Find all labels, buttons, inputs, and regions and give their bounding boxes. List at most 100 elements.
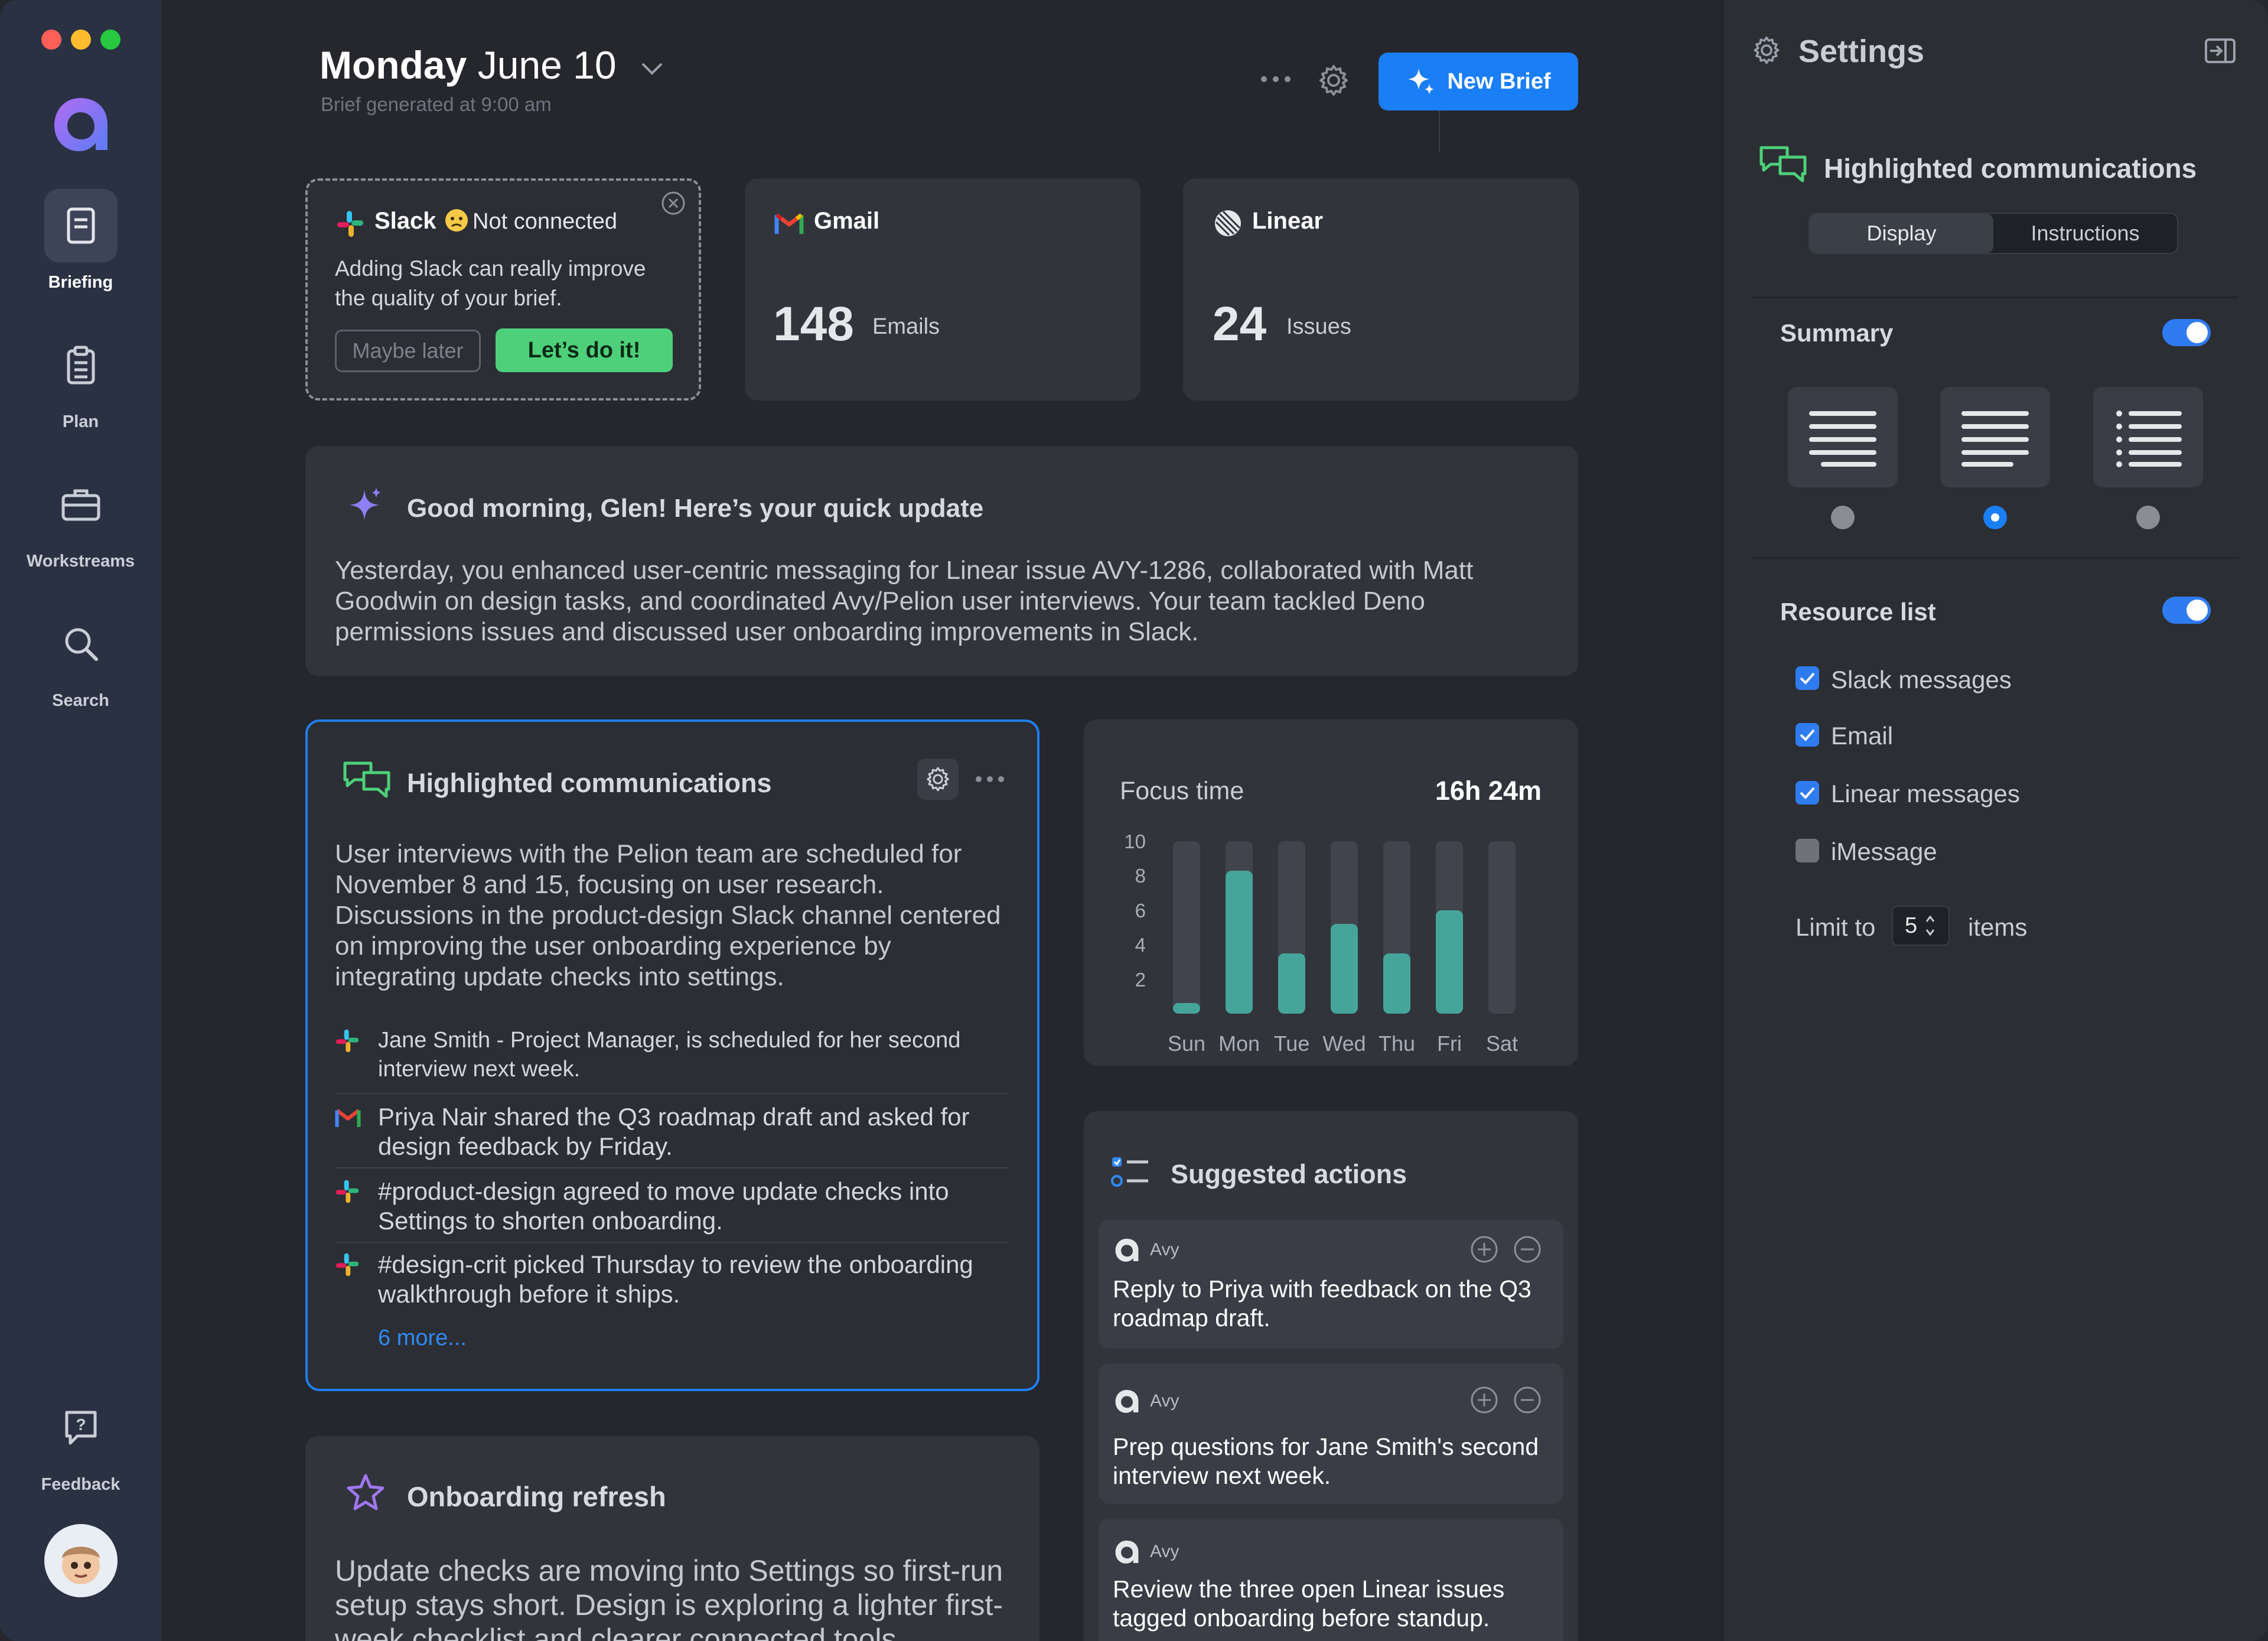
tab-display[interactable]: Display — [1810, 214, 1993, 253]
slack-logo-icon — [335, 1252, 360, 1280]
summary-toggle[interactable] — [2162, 319, 2211, 346]
avy-logo-icon — [1114, 1237, 1140, 1266]
sidebar-item-search[interactable]: Search — [0, 607, 161, 711]
linear-title: Linear — [1252, 208, 1324, 234]
highlighted-summary: User interviews with the Pelion team are… — [335, 839, 1001, 991]
paragraph-left-icon — [1961, 411, 2029, 467]
sidebar-item-workstreams[interactable]: Workstreams — [0, 468, 161, 571]
connect-slack-button[interactable]: Let’s do it! — [496, 328, 673, 372]
avy-logo-icon — [1114, 1539, 1140, 1568]
card-settings-button[interactable] — [917, 758, 959, 800]
focus-bar-thu[interactable] — [1383, 953, 1410, 1014]
show-more-link[interactable]: 6 more... — [378, 1326, 467, 1351]
add-icon[interactable] — [1469, 1235, 1499, 1267]
list-item[interactable]: #design-crit picked Thursday to review t… — [378, 1250, 1004, 1309]
gear-icon[interactable] — [1317, 64, 1350, 100]
dismiss-icon[interactable] — [1513, 1385, 1542, 1418]
summary-style-radio[interactable] — [1831, 506, 1855, 529]
page-title-day: Monday — [320, 43, 467, 87]
gmail-card[interactable] — [745, 178, 1140, 401]
more-options-icon[interactable] — [1259, 73, 1292, 88]
focus-bar-tue[interactable] — [1278, 953, 1305, 1014]
gear-icon — [1752, 35, 1781, 68]
dismiss-icon[interactable] — [1513, 1235, 1542, 1267]
focus-bar-wed[interactable] — [1331, 924, 1358, 1014]
summary-style-radio[interactable] — [2136, 506, 2160, 529]
chat-bubbles-icon — [341, 760, 392, 804]
settings-section-title: Highlighted communications — [1824, 153, 2197, 184]
gmail-logo-icon — [774, 211, 804, 238]
add-icon[interactable] — [1469, 1385, 1499, 1418]
y-axis-tick-label: 8 — [1135, 865, 1146, 887]
summary-style-radio[interactable] — [1983, 506, 2007, 529]
update-body: Yesterday, you enhanced user-centric mes… — [335, 556, 1474, 646]
list-item[interactable]: Priya Nair shared the Q3 roadmap draft a… — [378, 1102, 986, 1161]
checkbox-imessage[interactable] — [1795, 839, 1819, 862]
y-axis-tick-label: 10 — [1124, 831, 1146, 852]
linear-logo-icon — [1214, 209, 1242, 240]
checkbox-linear-messages[interactable] — [1795, 781, 1819, 805]
x-axis-tick-label: Wed — [1322, 1031, 1366, 1056]
agent-label: Avy — [1150, 1542, 1179, 1561]
checkbox-label: iMessage — [1831, 838, 1937, 865]
maximize-window-button[interactable] — [100, 30, 120, 50]
onboarding-body: Update checks are moving into Settings s… — [335, 1554, 1003, 1641]
sidebar-item-briefing[interactable]: Briefing — [0, 189, 161, 292]
chevron-down-icon[interactable] — [640, 61, 664, 76]
list-item[interactable]: #product-design agreed to move update ch… — [378, 1177, 986, 1236]
sidebar-item-plan[interactable]: Plan — [0, 328, 161, 432]
sidebar-item-feedback[interactable]: ? Feedback — [0, 1391, 161, 1495]
focus-bar-sun[interactable] — [1173, 1003, 1200, 1014]
left-sidebar: Briefing Plan Workstreams Search ? Feedb… — [0, 0, 161, 1641]
sidebar-item-label: Briefing — [48, 273, 113, 292]
avy-logo-icon — [1114, 1388, 1140, 1417]
avatar[interactable] — [44, 1524, 118, 1597]
sidebar-item-label: Workstreams — [26, 552, 135, 571]
page-title[interactable]: Monday June 10 — [320, 43, 664, 87]
list-item[interactable]: Jane Smith - Project Manager, is schedul… — [378, 1026, 986, 1084]
focus-bar-mon[interactable] — [1226, 870, 1253, 1014]
card-more-icon[interactable] — [975, 774, 1005, 787]
close-window-button[interactable] — [41, 30, 61, 50]
summary-label: Summary — [1780, 319, 1894, 347]
new-brief-button[interactable]: New Brief — [1379, 53, 1578, 110]
bar-track — [1173, 841, 1200, 1014]
gmail-title: Gmail — [814, 208, 880, 234]
minimize-window-button[interactable] — [71, 30, 91, 50]
paragraph-justified-icon — [1809, 411, 1876, 467]
summary-style-option[interactable] — [2093, 387, 2203, 487]
resource-list-toggle[interactable] — [2162, 597, 2211, 624]
collapse-panel-icon[interactable] — [2204, 38, 2236, 67]
x-axis-tick-label: Fri — [1437, 1031, 1462, 1056]
linear-card[interactable] — [1183, 178, 1579, 401]
focus-total: 16h 24m — [1435, 776, 1542, 806]
sidebar-item-label: Plan — [62, 412, 99, 431]
checkbox-email[interactable] — [1795, 723, 1819, 747]
tab-instructions[interactable]: Instructions — [1993, 214, 2177, 253]
suggested-title: Suggested actions — [1171, 1159, 1407, 1189]
header-divider — [1439, 110, 1440, 152]
summary-style-option[interactable] — [1788, 387, 1898, 487]
limit-stepper[interactable]: 5 — [1892, 906, 1950, 946]
chat-bubbles-icon — [1758, 144, 1808, 188]
summary-style-option[interactable] — [1940, 387, 2050, 487]
slack-logo-icon — [336, 210, 364, 241]
email-unit: Emails — [872, 314, 940, 339]
checkbox-label: Linear messages — [1831, 780, 2020, 808]
agent-label: Avy — [1150, 1240, 1179, 1259]
resource-list-label: Resource list — [1780, 598, 1936, 626]
dismiss-icon[interactable] — [660, 190, 686, 219]
slack-title: Slack — [374, 208, 436, 234]
y-axis-tick-label: 2 — [1135, 968, 1146, 991]
maybe-later-button[interactable]: Maybe later — [335, 330, 481, 372]
avatar-face-icon — [62, 1546, 100, 1584]
checkbox-slack-messages[interactable] — [1795, 666, 1819, 690]
worried-face-icon — [444, 208, 469, 236]
settings-title: Settings — [1798, 34, 1925, 69]
divider — [335, 1167, 1008, 1168]
svg-text:?: ? — [76, 1415, 86, 1434]
focus-bar-fri[interactable] — [1436, 910, 1463, 1014]
checkmark-icon — [1800, 672, 1815, 685]
sidebar-item-label: Feedback — [41, 1475, 120, 1494]
stepper-arrows-icon[interactable] — [1924, 912, 1936, 939]
